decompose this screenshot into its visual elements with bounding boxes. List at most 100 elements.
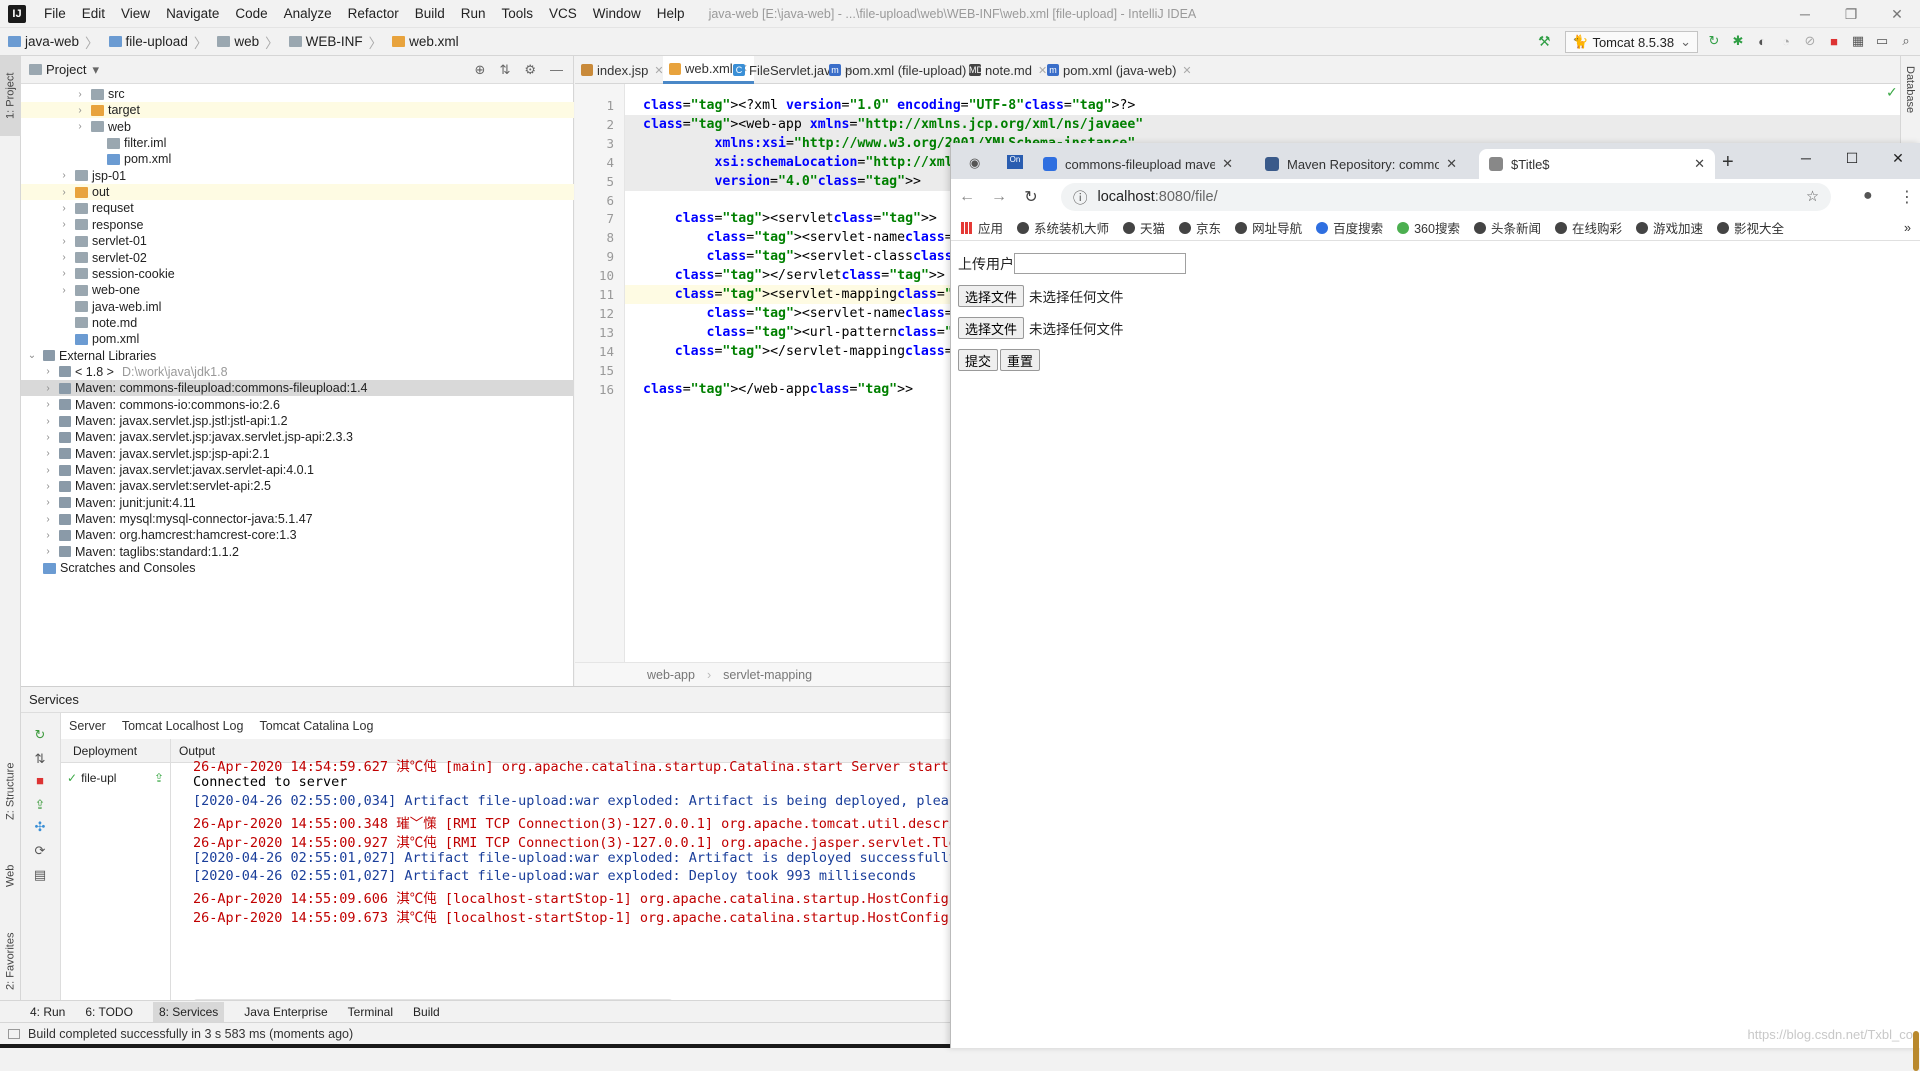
menu-view[interactable]: View [113,0,158,28]
expand-arrow-icon[interactable]: › [41,383,55,394]
breadcrumb-item[interactable]: web.xml [392,34,459,49]
tree-item[interactable]: › Maven: mysql:mysql-connector-java:5.1.4… [21,511,574,527]
expand-arrow-icon[interactable]: › [41,399,55,410]
submit-button[interactable]: 提交 [958,349,999,371]
browser-tab[interactable]: $Title$ ✕ [1479,149,1715,179]
browser-tab[interactable]: commons-fileupload maven ✕ [1033,149,1243,179]
chevron-down-icon[interactable]: ▾ [92,62,99,78]
editor-tab[interactable]: MD note.md ✕ [963,56,1053,84]
tree-item[interactable]: pom.xml [21,151,574,167]
expand-icon[interactable]: ⇅ [31,751,49,767]
expand-arrow-icon[interactable]: › [41,432,55,443]
bookmark-item[interactable]: 百度搜索 [1316,218,1383,237]
tree-item[interactable]: › servlet-01 [21,233,574,249]
tree-item[interactable]: › Maven: taglibs:standard:1.1.2 [21,544,574,560]
bookmark-item[interactable]: 系统装机大师 [1017,218,1109,237]
breadcrumb-item[interactable]: WEB-INF 〉 [288,32,389,52]
reset-button[interactable]: 重置 [1000,349,1041,371]
tree-item[interactable]: › requset [21,200,574,216]
run-icon[interactable]: ↻ [1706,32,1722,50]
expand-arrow-icon[interactable]: › [41,530,55,541]
database-tool-tab[interactable]: Database [1904,66,1916,113]
expand-arrow-icon[interactable]: › [41,514,55,525]
menu-run[interactable]: Run [453,0,494,28]
close-tab-icon[interactable]: ✕ [1222,156,1233,172]
back-icon[interactable]: ← [951,188,983,206]
tree-item[interactable]: › Maven: javax.servlet:javax.servlet-api:… [21,462,574,478]
coverage-icon[interactable]: ◐ [1754,32,1770,50]
tree-item[interactable]: java-web.iml [21,299,574,315]
expand-arrow-icon[interactable]: › [57,236,71,247]
group-icon[interactable]: ✣ [31,819,49,835]
expand-arrow-icon[interactable]: › [41,416,55,427]
redeploy-icon[interactable]: ⇪ [154,771,164,785]
attach-icon[interactable]: ⊘ [1802,32,1818,50]
expand-arrow-icon[interactable]: › [57,285,71,296]
hide-icon[interactable]: — [550,62,563,78]
tree-item[interactable]: › out [21,184,574,201]
services-tab[interactable]: Tomcat Localhost Log [114,719,252,733]
tree-item[interactable]: › < 1.8 > D:\work\java\jdk1.8 [21,364,574,380]
bookmark-item[interactable]: 360搜索 [1397,218,1460,237]
menu-help[interactable]: Help [649,0,693,28]
tree-item[interactable]: filter.iml [21,135,574,151]
tree-item[interactable]: › response [21,217,574,233]
favorites-tool-tab[interactable]: 2: Favorites [0,916,21,1006]
globe-icon[interactable]: ◉ [969,155,980,171]
forward-icon[interactable]: → [983,188,1015,206]
expand-arrow-icon[interactable]: › [41,497,55,508]
tree-item[interactable]: › Maven: javax.servlet.jsp.jstl:jstl-api:… [21,413,574,429]
bookmark-item[interactable]: 影视大全 [1717,218,1784,237]
restart-icon[interactable]: ⟳ [31,843,49,859]
deploy-icon[interactable]: ⇪ [31,797,49,813]
choose-file-button-2[interactable]: 选择文件 [958,317,1025,339]
profile-avatar-icon[interactable]: ● [1863,187,1873,205]
more-menu-icon[interactable]: ⋮ [1899,187,1915,207]
choose-file-button-1[interactable]: 选择文件 [958,285,1025,307]
menu-tools[interactable]: Tools [494,0,542,28]
bookmark-star-icon[interactable]: ☆ [1806,189,1819,205]
tree-item[interactable]: pom.xml [21,331,574,347]
tree-item[interactable]: › Maven: commons-io:commons-io:2.6 [21,397,574,413]
more-bookmarks-icon[interactable]: » [1904,221,1911,235]
project-structure-icon[interactable]: ▦ [1850,32,1866,50]
minimize-icon[interactable]: ─ [1782,0,1828,28]
tree-item[interactable]: › web [21,119,574,135]
menu-analyze[interactable]: Analyze [276,0,340,28]
page-scroll-thumb[interactable] [1913,1031,1919,1071]
breadcrumb-item[interactable]: file-upload 〉 [108,32,214,52]
upload-user-input[interactable] [1014,253,1186,274]
gear-icon[interactable]: ⚙ [524,62,536,78]
menu-refactor[interactable]: Refactor [340,0,407,28]
bookmark-item[interactable]: 在线购彩 [1554,218,1622,237]
expand-arrow-icon[interactable]: › [57,203,71,214]
expand-arrow-icon[interactable]: › [73,89,87,100]
close-icon[interactable]: ✕ [1874,0,1920,28]
close-tab-icon[interactable]: ✕ [1694,156,1705,172]
build-hammer-icon[interactable]: ⚒ [1538,33,1551,50]
expand-arrow-icon[interactable]: › [57,219,71,230]
onenote-icon[interactable]: On [1007,155,1023,169]
browser-minimize-icon[interactable]: ─ [1783,143,1829,173]
expand-arrow-icon[interactable]: › [41,465,55,476]
tree-item[interactable]: ⌄ External Libraries [21,348,574,364]
tree-item[interactable]: › Maven: javax.servlet:servlet-api:2.5 [21,478,574,494]
deployment-item[interactable]: file-upl [81,771,116,785]
tree-item[interactable]: › Maven: org.hamcrest:hamcrest-core:1.3 [21,527,574,543]
bookmark-item[interactable]: 天猫 [1123,218,1165,237]
profile-icon[interactable]: ◔ [1778,32,1794,50]
expand-arrow-icon[interactable]: › [41,546,55,557]
tree-item[interactable]: note.md [21,315,574,331]
project-panel-title[interactable]: Project [46,62,86,77]
bookmark-item[interactable]: 应用 [961,218,1003,237]
structure-tool-tab[interactable]: Z: Structure [0,746,21,836]
stop-icon[interactable]: ■ [31,773,49,788]
bookmark-item[interactable]: 游戏加速 [1635,218,1703,237]
toolwindow-button[interactable]: Java Enterprise [244,1005,327,1019]
menu-code[interactable]: Code [227,0,275,28]
toolwindow-button[interactable]: 4: Run [30,1005,65,1019]
expand-arrow-icon[interactable]: › [57,170,71,181]
run-config-selector[interactable]: 🐈 Tomcat 8.5.38 ⌄ [1565,31,1698,53]
maximize-icon[interactable]: ❐ [1828,0,1874,28]
breadcrumb-servlet-mapping[interactable]: servlet-mapping [723,668,812,682]
